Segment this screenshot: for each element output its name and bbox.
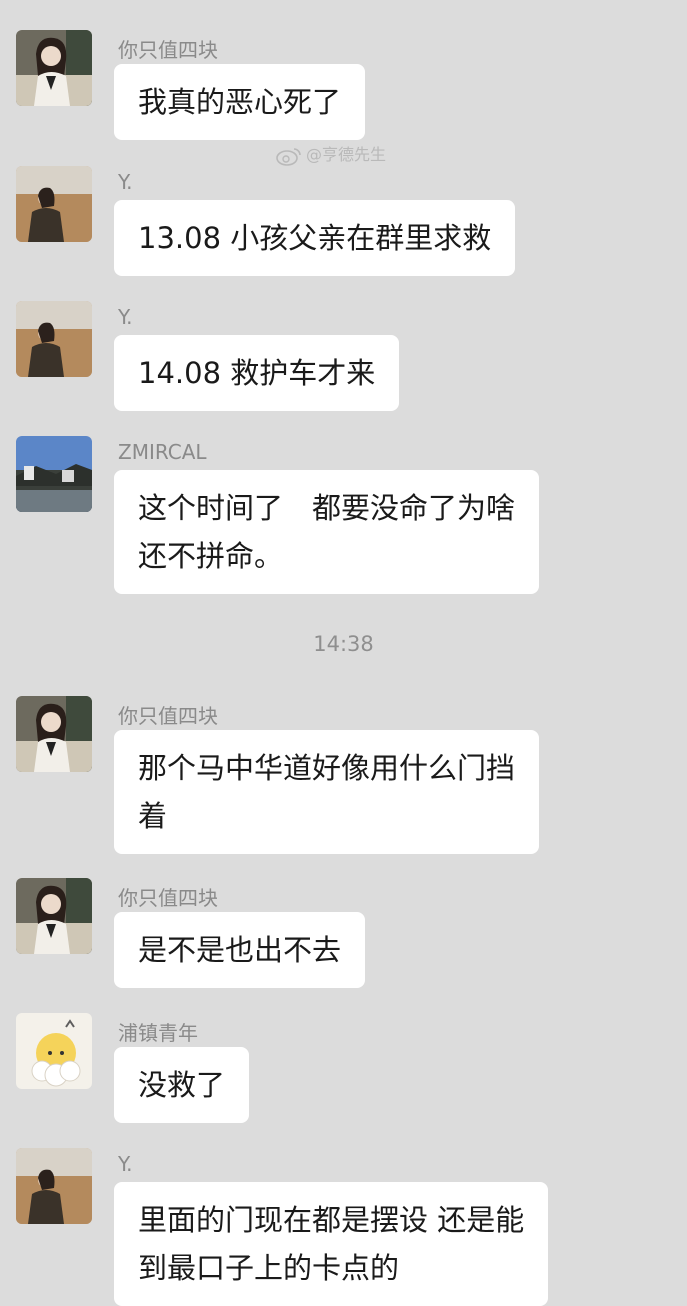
girl-field-avatar[interactable]: [16, 1148, 92, 1224]
sender-name: Y.: [118, 170, 133, 194]
sender-name: 你只值四块: [118, 704, 218, 728]
message-text: 着: [138, 799, 168, 833]
message-text: 13.08 小孩父亲在群里求救: [138, 221, 492, 255]
message-bubble[interactable]: 是不是也出不去: [114, 912, 366, 988]
sender-name: Y.: [118, 305, 133, 329]
cartoon-sheep-avatar[interactable]: [16, 1013, 92, 1089]
message-text: 这个时间了 都要没命了为啥: [138, 491, 516, 525]
message-bubble[interactable]: 13.08 小孩父亲在群里求救: [114, 200, 516, 276]
girl-glasses-avatar[interactable]: [16, 30, 92, 106]
message-bubble[interactable]: 里面的门现在都是摆设 还是能 到最口子上的卡点的: [114, 1182, 549, 1306]
message-bubble[interactable]: 这个时间了 都要没命了为啥 还不拼命。: [114, 470, 540, 594]
sender-name: 你只值四块: [118, 38, 218, 62]
message-bubble[interactable]: 那个马中华道好像用什么门挡 着: [114, 730, 540, 854]
message-bubble[interactable]: 没救了: [114, 1047, 250, 1123]
girl-field-avatar[interactable]: [16, 166, 92, 242]
message-bubble[interactable]: 14.08 救护车才来: [114, 335, 400, 411]
message-text: 那个马中华道好像用什么门挡: [138, 751, 516, 785]
girl-field-avatar[interactable]: [16, 301, 92, 377]
message-bubble[interactable]: 我真的恶心死了: [114, 64, 366, 140]
watermark-text: @亨德先生: [306, 145, 387, 164]
chat-area: @亨德先生 你只值四块 我真的恶心死了 Y. 13.08 小孩父亲在群里求救 Y…: [0, 0, 687, 1306]
sender-name: 浦镇青年: [118, 1021, 198, 1045]
sender-name: Y.: [118, 1152, 133, 1176]
message-text: 是不是也出不去: [138, 933, 342, 967]
message-text: 14.08 救护车才来: [138, 356, 376, 390]
girl-glasses-avatar[interactable]: [16, 696, 92, 772]
sender-name: 你只值四块: [118, 886, 218, 910]
message-text: 我真的恶心死了: [138, 85, 342, 119]
timestamp: 14:38: [313, 632, 374, 656]
weibo-icon: [276, 146, 302, 166]
message-text: 还不拼命。: [138, 539, 284, 573]
town-scene-avatar[interactable]: [16, 436, 92, 512]
girl-glasses-avatar[interactable]: [16, 878, 92, 954]
message-text: 没救了: [138, 1068, 226, 1102]
message-text: 到最口子上的卡点的: [138, 1251, 400, 1285]
message-text: 里面的门现在都是摆设 还是能: [138, 1203, 525, 1237]
sender-name: ZMIRCAL: [118, 440, 207, 464]
watermark: @亨德先生: [276, 141, 386, 166]
